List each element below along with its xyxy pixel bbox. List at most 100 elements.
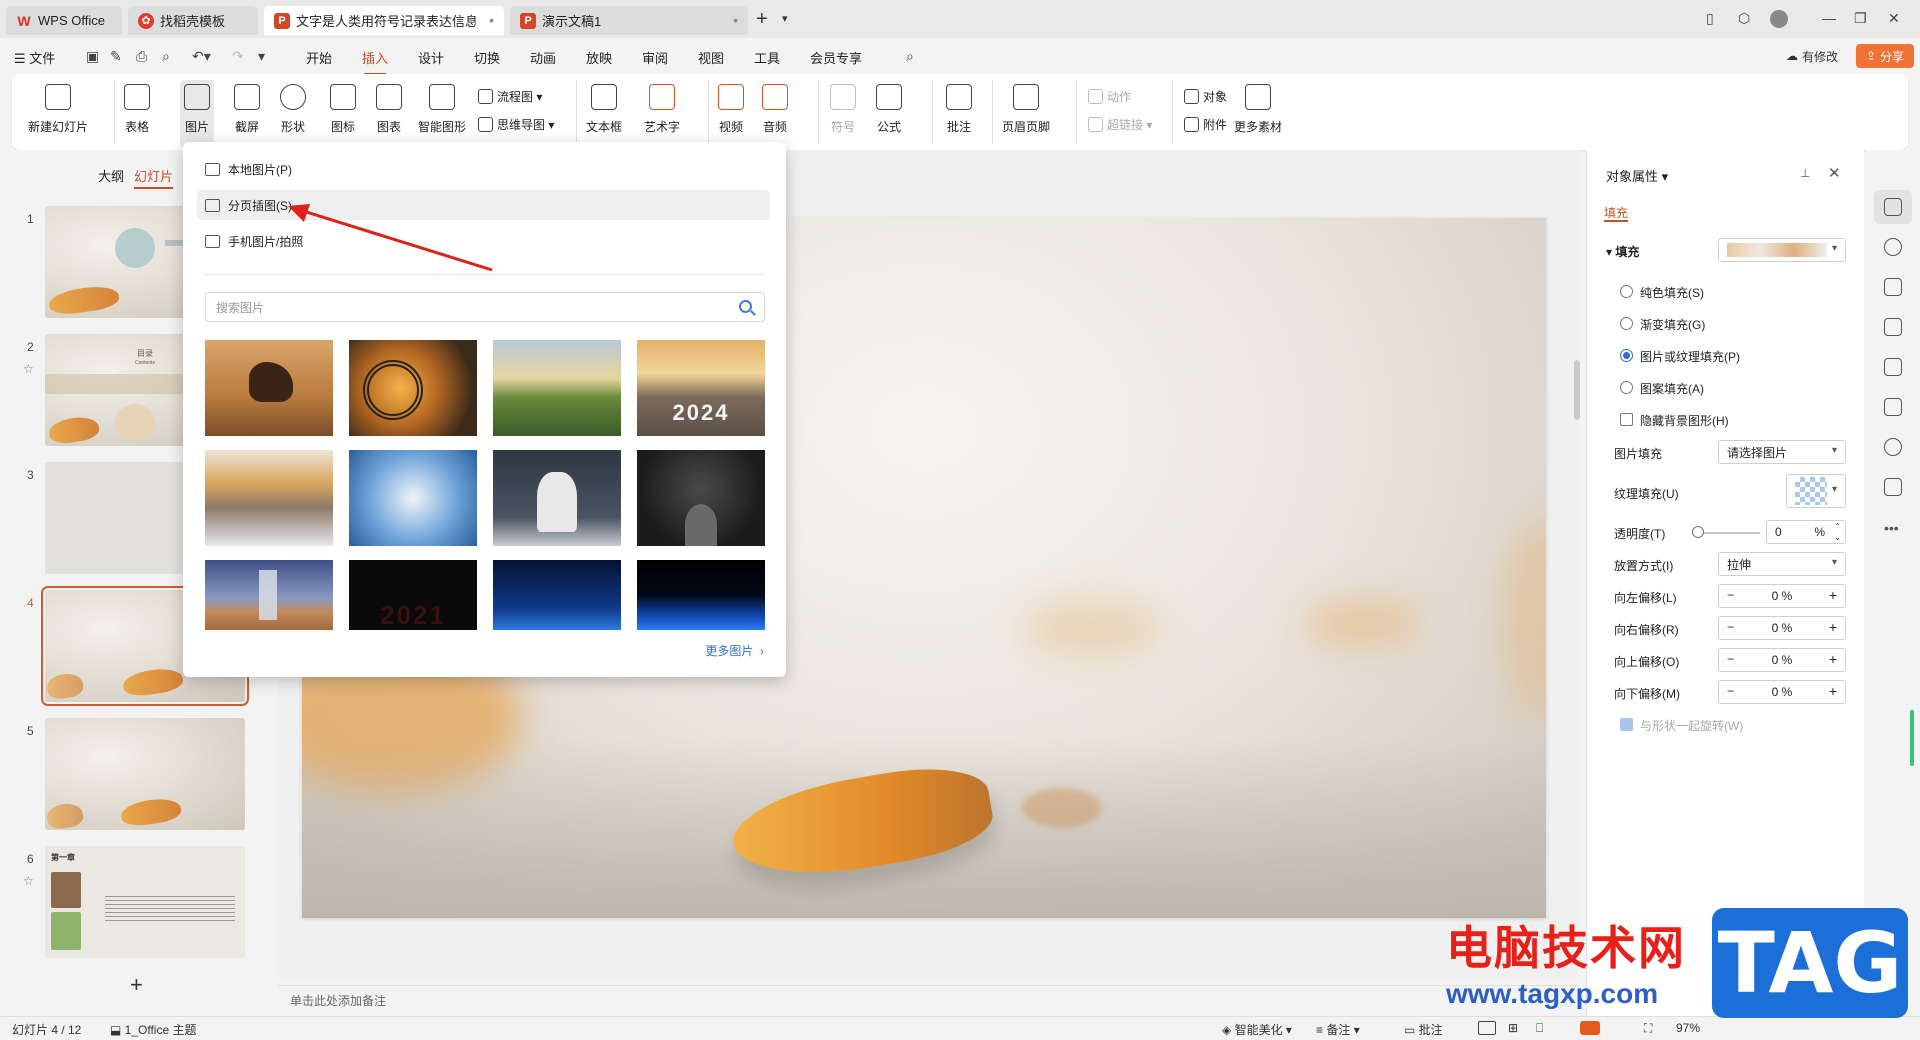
properties-title[interactable]: 对象属性 ▾ [1606,166,1668,185]
properties-sliders-icon[interactable] [1884,198,1902,216]
print-icon[interactable]: ⎙ [136,48,147,65]
chart-button[interactable]: 图表 [376,84,402,135]
pen-icon[interactable]: ✎ [110,48,122,65]
share-button[interactable]: ⇪ 分享 [1856,44,1914,68]
file-menu[interactable]: ☰ 文件 [14,48,55,67]
grid-view-icon[interactable]: ⊞ [1508,1021,1518,1035]
plus-icon[interactable]: + [1829,651,1837,667]
menu-slideshow[interactable]: 放映 [586,48,612,67]
layout-icon[interactable]: ▯ [1706,10,1714,27]
stock-image-businessman[interactable] [493,450,621,546]
offset-right-stepper[interactable]: −0 % + [1718,616,1846,640]
reading-view-icon[interactable]: ⎕ [1536,1021,1543,1036]
menu-review[interactable]: 审阅 [642,48,668,67]
comment-button[interactable]: 批注 [946,84,972,135]
tools-icon[interactable] [1884,358,1902,376]
stock-image-blue-light[interactable] [637,560,765,630]
symbol-button[interactable]: 符号 [830,84,856,135]
fit-window-icon[interactable]: ⛶ [1644,1021,1652,1036]
menu-design[interactable]: 设计 [418,48,444,67]
stock-image-tech-blue[interactable] [493,560,621,630]
comments-toggle[interactable]: ▭ 批注 [1404,1021,1443,1038]
tab-wps-office[interactable]: W WPS Office [6,6,122,35]
flowchart-button[interactable]: 流程图 ▾ [478,88,542,105]
theme-name[interactable]: ⬓ 1_Office 主题 [110,1021,196,1038]
rotate-with-shape-checkbox[interactable] [1620,718,1633,731]
restore-icon[interactable]: ❐ [1854,10,1867,27]
attachment-button[interactable]: 附件 [1184,116,1227,133]
tab-outline[interactable]: 大纲 [98,166,124,185]
cube-icon[interactable]: ⬡ [1738,10,1750,27]
quick-access-chevron-icon[interactable]: ▾ [258,48,265,65]
tab-document-2[interactable]: P 演示文稿1 • [510,6,748,35]
tab-slides[interactable]: 幻灯片 [134,166,174,189]
modified-status[interactable]: ☁ 有修改 [1786,46,1838,66]
placement-select[interactable]: 拉伸 ▾ [1718,552,1846,576]
plus-icon[interactable]: + [1829,683,1837,699]
stock-image-horse[interactable] [205,340,333,436]
pin-icon[interactable]: ⊥ [1800,166,1810,180]
menu-transition[interactable]: 切换 [474,48,500,67]
video-button[interactable]: 视频 [718,84,744,135]
book-icon[interactable] [1884,398,1902,416]
redo-icon[interactable]: ↷ [232,48,244,65]
hyperlink-button[interactable]: 超链接 ▾ [1088,116,1152,133]
stock-image-ski[interactable] [349,450,477,546]
add-slide-plus-icon[interactable]: + [130,972,143,998]
shirt-icon[interactable] [1884,478,1902,496]
search-icon[interactable] [739,300,752,313]
tab-modified-dot-icon[interactable]: • [733,12,738,28]
fill-section-header[interactable]: ▾ 填充 [1606,243,1639,260]
star-icon[interactable] [1884,238,1902,256]
mindmap-button[interactable]: 思维导图 ▾ [478,116,554,133]
menu-member[interactable]: 会员专享 [810,48,862,67]
menu-home[interactable]: 开始 [306,48,332,67]
icon-button[interactable]: 图标 [330,84,356,135]
plus-icon[interactable]: + [1829,587,1837,603]
new-slide-button[interactable]: 新建幻灯片 [28,84,88,135]
screenshot-button[interactable]: 截屏 [234,84,260,135]
menu-tools[interactable]: 工具 [754,48,780,67]
picture-button[interactable]: 图片 [180,80,214,148]
tab-list-chevron-icon[interactable]: ▾ [782,12,788,25]
zoom-level[interactable]: 97% [1676,1021,1700,1035]
object-button[interactable]: 对象 [1184,88,1227,105]
slide-thumbnail-5[interactable] [45,718,245,830]
undo-icon[interactable]: ↶▾ [192,48,211,65]
plus-icon[interactable]: + [1829,619,1837,635]
stock-image-question-marks[interactable] [637,450,765,546]
copy-icon[interactable] [1884,278,1902,296]
formula-button[interactable]: 公式 [876,84,902,135]
stock-image-field[interactable] [493,340,621,436]
textbox-button[interactable]: 文本框 [586,84,622,135]
picture-search-input[interactable]: 搜索图片 [205,292,765,322]
more-material-button[interactable]: 更多素材 [1234,84,1282,135]
offset-bottom-stepper[interactable]: −0 % + [1718,680,1846,704]
spin-arrows-icon[interactable]: ⌃ ⌄ [1834,521,1841,543]
user-avatar[interactable] [1770,10,1788,28]
tab-fill[interactable]: 填充 [1604,204,1628,221]
wordart-button[interactable]: 艺术字 [644,84,680,135]
stock-image-2021[interactable]: 2021 [349,560,477,630]
save-icon[interactable]: ▣ [86,48,99,65]
new-tab-plus-icon[interactable]: + [756,8,768,31]
texture-fill-select[interactable]: ▾ [1786,474,1846,508]
local-picture-item[interactable]: 本地图片(P) [197,154,770,184]
picture-texture-fill-radio[interactable] [1620,349,1633,362]
hide-bg-checkbox[interactable] [1620,413,1633,426]
action-button[interactable]: 动作 [1088,88,1131,105]
menu-view[interactable]: 视图 [698,48,724,67]
offset-left-stepper[interactable]: −0 % + [1718,584,1846,608]
smartart-button[interactable]: 智能图形 [418,84,466,135]
shape-button[interactable]: 形状 [280,84,306,135]
solid-fill-radio[interactable] [1620,285,1633,298]
more-pictures-link[interactable]: 更多图片 › [705,642,764,659]
stock-image-target[interactable] [349,340,477,436]
stock-image-desert-door[interactable] [205,560,333,630]
header-footer-button[interactable]: 页眉页脚 [1002,84,1050,135]
audio-button[interactable]: 音频 [762,84,788,135]
table-button[interactable]: 表格 [124,84,150,135]
notes-toggle[interactable]: ≡ 备注 ▾ [1316,1021,1360,1038]
edit-image-icon[interactable] [1884,318,1902,336]
transparency-input[interactable]: 0% ⌃ ⌄ [1766,520,1846,544]
